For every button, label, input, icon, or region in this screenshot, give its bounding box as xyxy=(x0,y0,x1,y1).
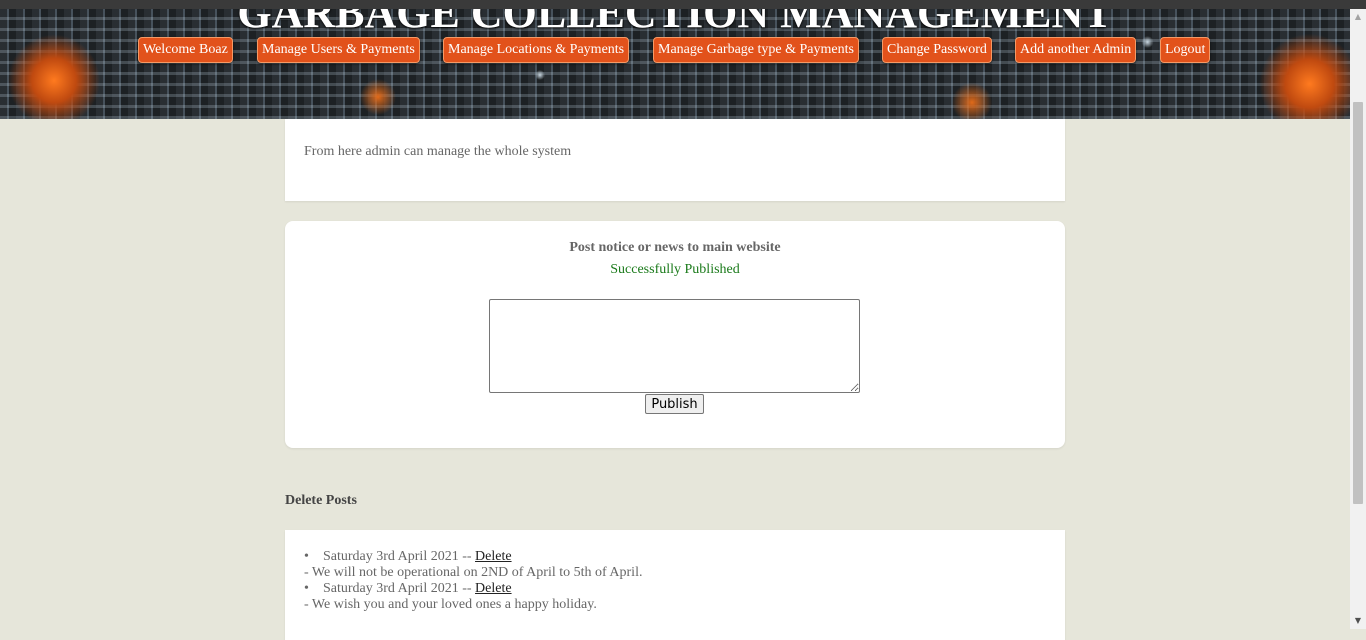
post-text: - We will not be operational on 2ND of A… xyxy=(304,565,643,580)
scroll-down-arrow-icon[interactable]: ▼ xyxy=(1350,613,1366,629)
publish-button[interactable]: Publish xyxy=(645,394,704,414)
nav-logout-button[interactable]: Logout xyxy=(1160,37,1211,63)
notice-textarea[interactable] xyxy=(489,299,860,393)
notice-title: Post notice or news to main website xyxy=(569,240,781,255)
delete-post-link[interactable]: Delete xyxy=(475,581,512,596)
publish-status-message: Successfully Published xyxy=(610,262,740,277)
nav-change-password-button[interactable]: Change Password xyxy=(882,37,992,63)
header-banner: GARBAGE COLLECTION MANAGEMENT Welcome Bo… xyxy=(0,9,1350,119)
browser-top-strip xyxy=(0,0,1366,9)
post-date: Saturday 3rd April 2021 -- xyxy=(323,549,472,564)
nav-welcome-button[interactable]: Welcome Boaz xyxy=(138,37,233,63)
posts-list: • Saturday 3rd April 2021 -- Delete - We … xyxy=(304,549,642,613)
post-item: • Saturday 3rd April 2021 -- Delete xyxy=(304,581,642,597)
bullet-icon: • xyxy=(304,549,309,564)
delete-post-link[interactable]: Delete xyxy=(475,549,512,564)
delete-posts-heading: Delete Posts xyxy=(285,493,357,508)
nav-manage-garbage-type-button[interactable]: Manage Garbage type & Payments xyxy=(653,37,859,63)
posts-card: • Saturday 3rd April 2021 -- Delete - We … xyxy=(285,530,1065,640)
nav-manage-users-button[interactable]: Manage Users & Payments xyxy=(257,37,420,63)
bullet-icon: • xyxy=(304,581,309,596)
vertical-scrollbar[interactable]: ▲ ▼ xyxy=(1350,9,1366,629)
scroll-up-arrow-icon[interactable]: ▲ xyxy=(1350,9,1366,25)
nav-manage-locations-button[interactable]: Manage Locations & Payments xyxy=(443,37,630,63)
scrollbar-thumb[interactable] xyxy=(1353,102,1363,504)
post-item: • Saturday 3rd April 2021 -- Delete xyxy=(304,549,642,565)
notice-card: Post notice or news to main website Succ… xyxy=(285,221,1065,448)
intro-text: From here admin can manage the whole sys… xyxy=(304,144,572,159)
post-text: - We wish you and your loved ones a happ… xyxy=(304,597,597,612)
nav-add-admin-button[interactable]: Add another Admin xyxy=(1015,37,1137,63)
post-date: Saturday 3rd April 2021 -- xyxy=(323,581,472,596)
intro-card: From here admin can manage the whole sys… xyxy=(285,119,1065,201)
